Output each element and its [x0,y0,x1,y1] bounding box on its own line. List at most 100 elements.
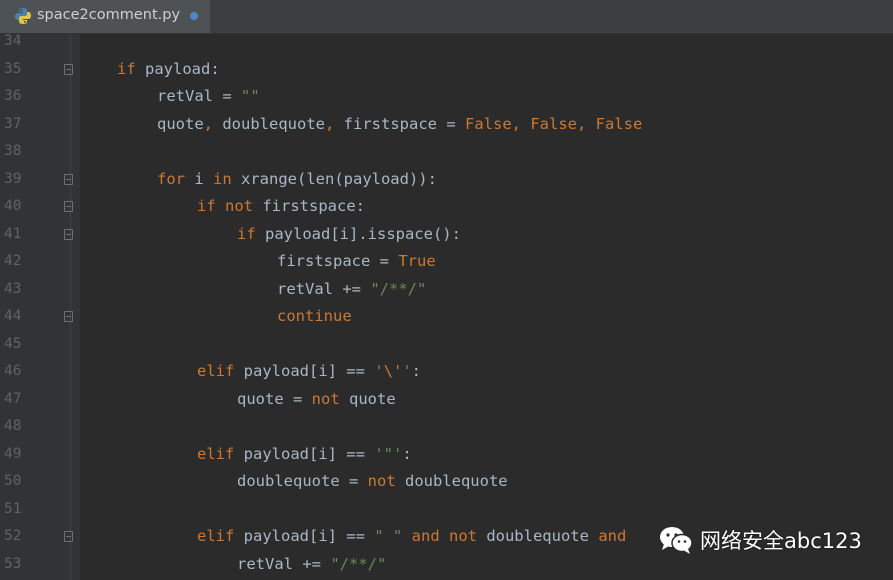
line-number: 45 [4,335,22,352]
line-number: 49 [4,445,22,462]
code-token: payload[i] == [234,527,375,545]
code-token: quote [157,114,204,133]
code-line[interactable]: 34 [0,28,893,56]
code-token: payload[i] == [234,444,375,463]
python-file-icon [14,7,32,25]
code-line[interactable]: 41 if payload[i].isspace(): [0,221,893,249]
watermark: 网络安全abc123 [658,520,888,560]
code-line[interactable]: 40 if not firstspace: [0,193,893,221]
code-text: retVal += "/**/" [237,551,386,579]
line-number: 47 [4,390,22,407]
code-line[interactable]: 44 continue [0,303,893,331]
line-number: 40 [4,198,22,214]
line-number: 34 [4,33,22,49]
code-token: and not [411,527,477,545]
code-token: , [325,114,335,133]
code-line[interactable]: 37 quote, doublequote, firstspace = False… [0,111,893,139]
code-text: retVal += "/**/" [277,276,426,304]
code-line[interactable]: 42 firstspace = True [0,248,893,276]
code-text: if payload: [117,56,220,84]
code-token: elif [197,527,235,545]
code-token: firstspace = [334,114,465,133]
code-token: : [411,362,422,380]
code-token: and [598,527,627,545]
code-token: payload[i].isspace(): [255,224,461,243]
line-number: 46 [4,363,22,379]
line-number: 53 [4,555,22,572]
code-token: for [157,169,185,188]
line-number: 39 [4,170,22,187]
line-number: 44 [4,308,22,324]
code-token: firstspace: [253,197,365,215]
line-number: 43 [4,280,22,297]
code-token: retVal += [237,554,331,573]
code-token: xrange(len(payload)): [231,169,437,188]
code-token: firstspace = [277,252,399,270]
code-line[interactable]: 43 retVal += "/**/" [0,276,893,304]
code-token: ' [402,362,412,380]
code-text: quote, doublequote, firstspace = False, … [157,111,642,139]
code-token: in [213,169,232,188]
code-token: elif [197,444,235,463]
code-token: doublequote [395,472,508,490]
code-line[interactable]: 35 if payload: [0,56,893,84]
code-token: "/**/" [330,554,387,573]
watermark-text: 网络安全abc123 [700,529,862,553]
code-line[interactable]: 38 [0,138,893,166]
code-text: elif payload[i] == '\'': [197,358,421,386]
code-text: firstspace = True [277,248,436,276]
line-number: 48 [4,418,22,434]
code-token: False, False, False [465,114,643,133]
code-token: True [398,252,436,270]
code-token: doublequote [476,527,599,545]
code-line[interactable]: 39 for i in xrange(len(payload)): [0,166,893,194]
line-number: 37 [4,115,22,132]
code-text: if not firstspace: [197,193,365,221]
code-token: \' [383,362,403,380]
code-token: payload[i] == [234,362,375,380]
code-text: quote = not quote [237,386,396,414]
line-number: 35 [4,60,22,77]
code-line[interactable]: 45 [0,331,893,359]
code-token: if [117,59,136,78]
code-line[interactable]: 49 elif payload[i] == '"': [0,441,893,469]
code-line[interactable]: 36 retVal = "" [0,83,893,111]
code-token: " " [374,527,403,545]
code-token: not [367,472,396,490]
code-line[interactable]: 51 [0,496,893,524]
line-number: 41 [4,225,22,242]
code-text: if payload[i].isspace(): [237,221,461,249]
code-token: '"' [374,444,403,463]
modified-indicator-icon [190,12,198,20]
code-line[interactable]: 50 doublequote = not doublequote [0,468,893,496]
code-editor[interactable]: 34 35 if payload: 36 retVal = "" 37 quote, dou… [0,33,893,580]
code-token: quote = [237,389,312,408]
fold-marker-icon[interactable] [64,173,73,185]
fold-marker-icon[interactable] [64,311,73,322]
fold-marker-icon[interactable] [64,63,73,75]
fold-marker-icon[interactable] [64,228,73,240]
wechat-icon [658,525,694,555]
fold-marker-icon[interactable] [64,201,73,212]
code-token: elif [197,362,235,380]
code-line[interactable]: 46 elif payload[i] == '\'': [0,358,893,386]
code-token: , [203,114,214,133]
code-text: continue [277,303,352,331]
code-token: quote [339,389,396,408]
fold-marker-icon[interactable] [64,531,73,542]
code-token: retVal = [157,87,241,105]
code-token: not [311,389,340,408]
code-token: payload: [135,59,220,78]
code-token: retVal += [277,279,371,298]
code-text: doublequote = not doublequote [237,468,508,496]
code-token: if [237,224,256,243]
line-number: 51 [4,500,22,517]
code-token: if not [197,197,253,215]
code-token: "" [241,87,260,105]
code-token: "/**/" [370,279,427,298]
code-text: for i in xrange(len(payload)): [157,166,437,194]
code-line[interactable]: 47 quote = not quote [0,386,893,414]
code-line[interactable]: 48 [0,413,893,441]
code-token: ' [374,362,384,380]
